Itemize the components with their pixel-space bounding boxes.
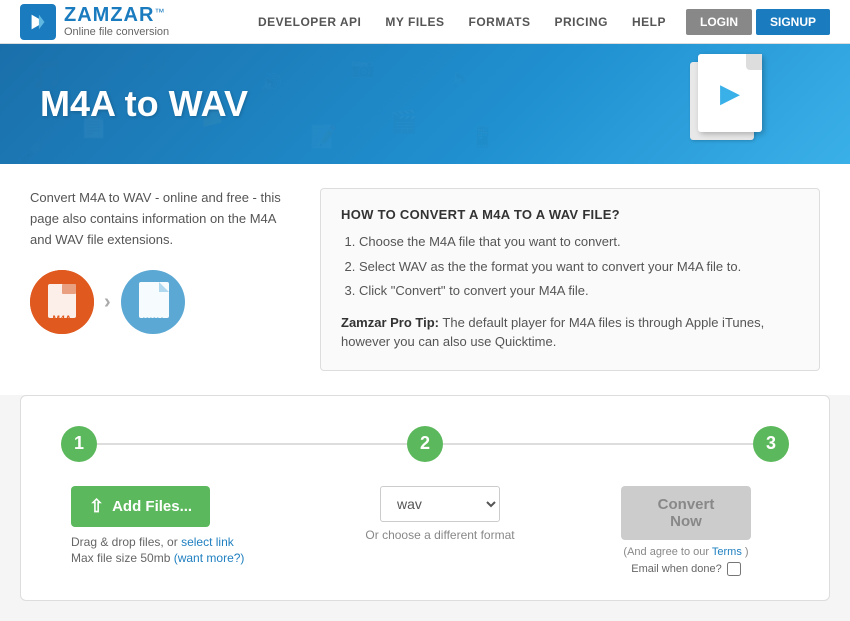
- left-column: Convert M4A to WAV - online and free - t…: [30, 188, 290, 371]
- email-checkbox[interactable]: [727, 562, 741, 576]
- drag-drop-text: Drag & drop files, or select link: [71, 535, 234, 549]
- howto-box: HOW TO CONVERT A M4A TO A WAV FILE? Choo…: [320, 188, 820, 371]
- howto-title: HOW TO CONVERT A M4A TO A WAV FILE?: [341, 207, 799, 222]
- max-file-text: Max file size 50mb (want more?): [71, 551, 244, 565]
- step-line-1: [97, 443, 407, 445]
- hero-banner: 🎵 📄 🎶 📁 🔊 📝 🎤 📷 🎬 🔉 📱 M4A to WAV ▶: [0, 44, 850, 164]
- step-1: Choose the M4A file that you want to con…: [359, 232, 799, 252]
- choose-format-text: Or choose a different format: [365, 528, 514, 542]
- pro-tip-label: Zamzar Pro Tip:: [341, 315, 439, 330]
- steps-row: 1 2 3: [41, 426, 809, 462]
- svg-text:M4A: M4A: [52, 314, 72, 324]
- nav-formats[interactable]: FORMATS: [457, 0, 543, 44]
- signup-button[interactable]: SIGNUP: [756, 9, 830, 35]
- terms-link[interactable]: Terms: [712, 546, 742, 558]
- add-files-button[interactable]: ⇧ Add Files...: [71, 486, 210, 527]
- login-button[interactable]: LOGIN: [686, 9, 752, 35]
- action-format: wav mp3 ogg flac aac mp4 m4a Or choose a…: [317, 486, 563, 542]
- description-text: Convert M4A to WAV - online and free - t…: [30, 188, 290, 250]
- main-content: Convert M4A to WAV - online and free - t…: [0, 164, 850, 395]
- format-icons: M4A › WAV: [30, 270, 290, 334]
- action-add-files: ⇧ Add Files... Drag & drop files, or sel…: [41, 486, 317, 565]
- nav-help[interactable]: HELP: [620, 0, 678, 44]
- svg-text:📝: 📝: [310, 124, 337, 149]
- format-select[interactable]: wav mp3 ogg flac aac mp4 m4a: [380, 486, 500, 522]
- convert-button[interactable]: Convert Now: [621, 486, 751, 540]
- wav-icon: WAV: [121, 270, 185, 334]
- converter-box: 1 2 3 ⇧ Add Files... Drag & drop files, …: [20, 395, 830, 601]
- pro-tip: Zamzar Pro Tip: The default player for M…: [341, 313, 799, 352]
- format-arrow: ›: [104, 291, 111, 314]
- step-2: Select WAV as the the format you want to…: [359, 257, 799, 277]
- logo-sub: Online file conversion: [64, 26, 169, 38]
- step-2-circle: 2: [407, 426, 443, 462]
- main-nav: DEVELOPER API MY FILES FORMATS PRICING H…: [246, 0, 830, 44]
- right-column: HOW TO CONVERT A M4A TO A WAV FILE? Choo…: [320, 188, 820, 371]
- svg-text:🎬: 🎬: [390, 109, 417, 134]
- nav-developer-api[interactable]: DEVELOPER API: [246, 0, 373, 44]
- svg-text:WAV: WAV: [143, 316, 163, 326]
- agree-text: (And agree to our Terms ): [623, 546, 748, 558]
- want-more-link[interactable]: (want more?): [174, 551, 245, 565]
- header: ZAMZAR™ Online file conversion DEVELOPER…: [0, 0, 850, 44]
- nav-my-files[interactable]: MY FILES: [373, 0, 456, 44]
- step-3: Click "Convert" to convert your M4A file…: [359, 281, 799, 301]
- logo-text: ZAMZAR™ Online file conversion: [64, 4, 169, 38]
- hero-title: M4A to WAV: [40, 83, 248, 125]
- email-label: Email when done?: [631, 563, 722, 575]
- step-line-2: [443, 443, 753, 445]
- svg-text:📱: 📱: [470, 125, 495, 149]
- m4a-icon: M4A: [30, 270, 94, 334]
- svg-text:🎤: 🎤: [20, 142, 42, 163]
- select-link[interactable]: select link: [181, 535, 234, 549]
- step-1-circle: 1: [61, 426, 97, 462]
- actions-row: ⇧ Add Files... Drag & drop files, or sel…: [41, 486, 809, 576]
- svg-text:📷: 📷: [350, 57, 375, 79]
- svg-text:🔉: 🔉: [450, 68, 472, 89]
- logo-name: ZAMZAR: [64, 4, 154, 26]
- svg-text:🔊: 🔊: [260, 72, 282, 94]
- email-row: Email when done?: [631, 562, 741, 576]
- action-convert: Convert Now (And agree to our Terms ) Em…: [563, 486, 809, 576]
- upload-icon: ⇧: [89, 496, 104, 517]
- hero-file-visual: ▶: [680, 54, 770, 154]
- logo-icon: [20, 4, 56, 40]
- howto-steps: Choose the M4A file that you want to con…: [341, 232, 799, 301]
- nav-pricing[interactable]: PRICING: [542, 0, 620, 44]
- add-files-label: Add Files...: [112, 498, 192, 515]
- step-3-circle: 3: [753, 426, 789, 462]
- logo: ZAMZAR™ Online file conversion: [20, 4, 169, 40]
- svg-text:🎶: 🎶: [140, 53, 170, 80]
